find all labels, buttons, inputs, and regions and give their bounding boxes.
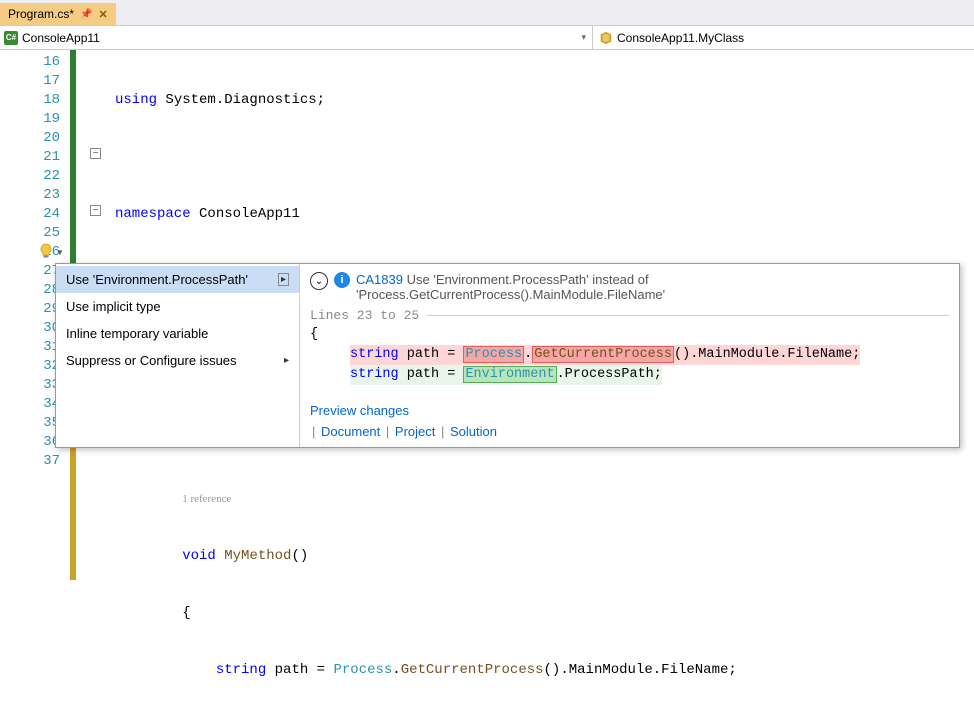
fix-scope-project[interactable]: Project [395, 424, 435, 439]
keyword: string [216, 662, 266, 678]
diff-removed-line: string path = Process.GetCurrentProcess(… [350, 345, 860, 365]
brace: { [310, 325, 949, 345]
diff-added-line: string path = Environment.ProcessPath; [350, 365, 662, 385]
line-number: 33 [0, 376, 60, 395]
diagnostic-message: Use 'Environment.ProcessPath' instead of… [356, 272, 665, 302]
line-number: 28 [0, 281, 60, 300]
csharp-icon: C# [4, 31, 18, 45]
class-context: ConsoleApp11.MyClass [617, 31, 744, 45]
tab-bar: Program.cs* 📌 ✕ [0, 0, 974, 26]
namespace-ref: System.Diagnostics [165, 92, 316, 108]
type-ref: Process [333, 662, 392, 678]
identifier: ConsoleApp11 [199, 206, 300, 222]
quick-action-preview: ⌄ i CA1839 Use 'Environment.ProcessPath'… [300, 264, 959, 447]
menu-item-label: Use implicit type [66, 299, 161, 314]
codelens[interactable]: 1 reference [182, 493, 231, 505]
line-number: 16 [0, 53, 60, 72]
project-dropdown[interactable]: C# ConsoleApp11 ▾ [0, 31, 592, 45]
line-number: 29 [0, 300, 60, 319]
quick-action-item[interactable]: Inline temporary variable [56, 320, 299, 347]
project-name: ConsoleApp11 [22, 31, 100, 45]
property: FileName [661, 662, 728, 678]
method-name: MyMethod [224, 548, 291, 564]
lines-range: Lines 23 to 25 [310, 308, 419, 323]
class-icon [599, 31, 613, 45]
menu-item-label: Inline temporary variable [66, 326, 208, 341]
menu-item-label: Suppress or Configure issues [66, 353, 237, 368]
line-number: 22 [0, 167, 60, 186]
line-number: 25 [0, 224, 60, 243]
lightbulb-icon[interactable] [38, 243, 56, 261]
line-number: 37 [0, 452, 60, 471]
rule [427, 315, 949, 316]
line-number: 27 [0, 262, 60, 281]
class-dropdown[interactable]: ConsoleApp11.MyClass [592, 26, 974, 49]
quick-actions-popup: Use 'Environment.ProcessPath' ▸ Use implic… [55, 263, 960, 448]
fix-scope-solution[interactable]: Solution [450, 424, 497, 439]
variable: path [275, 662, 309, 678]
keyword: void [182, 548, 216, 564]
close-icon[interactable]: ✕ [98, 8, 107, 21]
fix-scope-document[interactable]: Document [321, 424, 380, 439]
tab-title: Program.cs* [8, 7, 74, 21]
menu-item-label: Use 'Environment.ProcessPath' [66, 272, 248, 287]
lightbulb-dropdown[interactable]: ▼ [56, 248, 64, 257]
line-number: 21 [0, 148, 60, 167]
file-tab[interactable]: Program.cs* 📌 ✕ [0, 3, 116, 25]
info-icon: i [334, 272, 350, 288]
submenu-arrow-icon: ▸ [278, 273, 289, 286]
navigation-bar: C# ConsoleApp11 ▾ ConsoleApp11.MyClass [0, 26, 974, 50]
quick-action-item[interactable]: Suppress or Configure issues ▸ [56, 347, 299, 374]
line-number: 18 [0, 91, 60, 110]
code-editor[interactable]: 1617181920212223242526272829303132333435… [0, 50, 974, 530]
diagnostic-code-link[interactable]: CA1839 [356, 272, 403, 287]
fold-toggle[interactable]: − [90, 205, 101, 216]
chevron-down-icon: ▾ [581, 32, 586, 43]
pin-icon[interactable]: 📌 [80, 9, 92, 20]
quick-actions-menu: Use 'Environment.ProcessPath' ▸ Use implic… [56, 264, 300, 447]
quick-action-item[interactable]: Use implicit type [56, 293, 299, 320]
quick-action-item[interactable]: Use 'Environment.ProcessPath' ▸ [56, 266, 299, 293]
line-number: 35 [0, 414, 60, 433]
keyword: namespace [115, 206, 191, 222]
chevron-down-circle-icon[interactable]: ⌄ [310, 272, 328, 290]
fold-toggle[interactable]: − [90, 148, 101, 159]
submenu-arrow-icon: ▸ [284, 355, 289, 366]
line-number: 23 [0, 186, 60, 205]
line-number: 24 [0, 205, 60, 224]
keyword: using [115, 92, 157, 108]
line-number: 19 [0, 110, 60, 129]
preview-changes-link[interactable]: Preview changes [310, 403, 409, 418]
line-number: 36 [0, 433, 60, 452]
line-number: 17 [0, 72, 60, 91]
method-call: GetCurrentProcess [401, 662, 544, 678]
line-number: 30 [0, 319, 60, 338]
line-number: 31 [0, 338, 60, 357]
line-number: 20 [0, 129, 60, 148]
line-number: 34 [0, 395, 60, 414]
diff-preview: { string path = Process.GetCurrentProces… [310, 325, 949, 385]
line-number: 32 [0, 357, 60, 376]
property: MainModule [569, 662, 653, 678]
preview-footer: Preview changes | Document | Project | S… [310, 403, 949, 439]
